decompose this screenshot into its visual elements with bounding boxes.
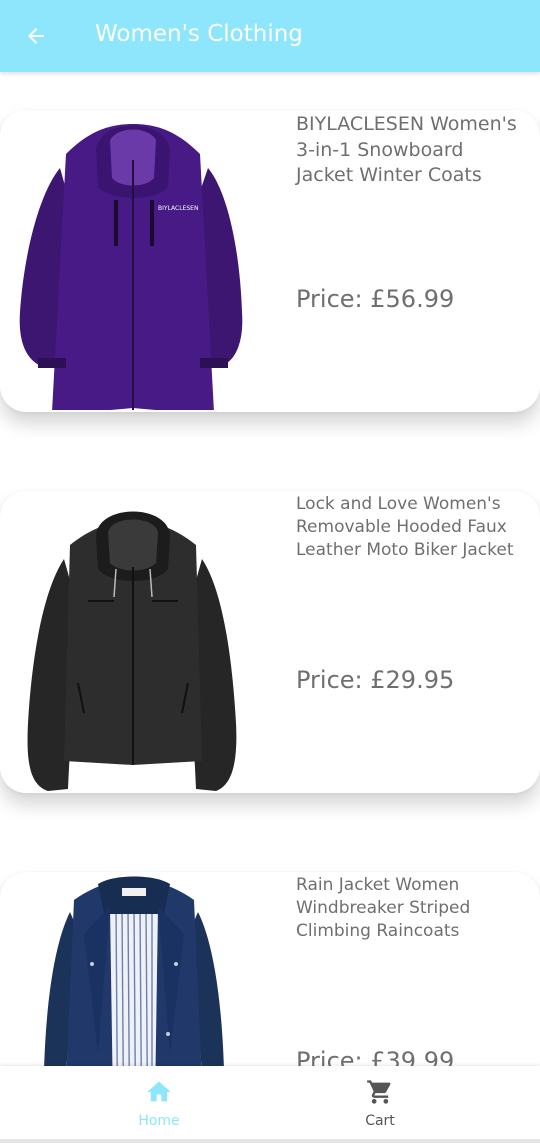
product-title: BIYLACLESEN Women's 3-in-1 Snowboard Jac… — [296, 113, 517, 186]
product-image-purple-jacket: BIYLACLESEN — [19, 124, 243, 410]
product-list: BIYLACLESEN BIYLACLESEN Women's 3-in-1 S… — [0, 72, 540, 1066]
product-price: Price: £29.95 — [296, 666, 455, 694]
back-button[interactable] — [18, 18, 54, 54]
product-image-navy-rain-jacket — [44, 876, 224, 1066]
product-card[interactable]: Rain Jacket Women Windbreaker Striped Cl… — [0, 872, 540, 1066]
product-price: Price: £56.99 — [296, 285, 455, 313]
nav-home-label: Home — [138, 1113, 180, 1129]
product-price: Price: £39.99 — [296, 1047, 455, 1066]
svg-text:BIYLACLESEN: BIYLACLESEN — [158, 205, 198, 212]
home-icon — [147, 1081, 171, 1102]
bottom-navigation: Home Cart — [0, 1066, 540, 1143]
cart-icon — [367, 1080, 391, 1104]
nav-cart-label: Cart — [365, 1113, 395, 1129]
product-card[interactable]: BIYLACLESEN BIYLACLESEN Women's 3-in-1 S… — [0, 110, 540, 412]
nav-home[interactable]: Home — [79, 1066, 239, 1139]
product-title: Rain Jacket Women Windbreaker Striped Cl… — [296, 875, 471, 941]
app-screen: Women's Clothing BIYLACLESEN BIYLACLESEN… — [0, 0, 540, 1143]
nav-cart[interactable]: Cart — [300, 1066, 460, 1139]
app-bar: Women's Clothing — [0, 0, 540, 72]
product-title: Lock and Love Women's Removable Hooded F… — [296, 494, 514, 560]
arrow-back-icon — [28, 28, 44, 44]
product-image-black-leather-jacket — [27, 511, 237, 791]
product-card[interactable]: Lock and Love Women's Removable Hooded F… — [0, 491, 540, 793]
page-title: Women's Clothing — [95, 21, 303, 47]
